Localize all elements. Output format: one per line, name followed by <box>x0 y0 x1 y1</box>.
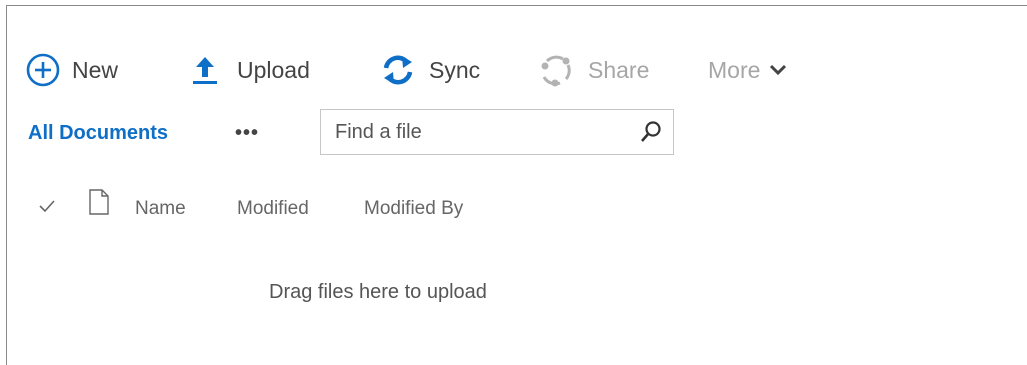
search-icon[interactable] <box>639 120 663 144</box>
share-icon <box>538 53 574 87</box>
column-modified[interactable]: Modified <box>237 196 309 222</box>
upload-arrow-icon <box>190 53 220 87</box>
chevron-down-icon <box>768 60 788 80</box>
check-icon <box>38 198 56 220</box>
empty-drop-message: Drag files here to upload <box>269 280 487 303</box>
more-button[interactable]: More <box>708 52 788 88</box>
column-modified-by[interactable]: Modified By <box>364 196 463 222</box>
document-icon <box>88 189 110 221</box>
sync-button[interactable]: Sync <box>381 52 480 88</box>
more-views-button[interactable]: ••• <box>232 122 262 144</box>
search-input[interactable] <box>321 110 627 154</box>
upload-label: Upload <box>237 56 310 83</box>
upload-button[interactable]: Upload <box>190 52 310 88</box>
sync-icon <box>381 53 415 87</box>
more-label: More <box>708 56 761 83</box>
sync-label: Sync <box>429 56 481 83</box>
file-type-column[interactable] <box>88 189 110 221</box>
panel-frame <box>6 5 1027 365</box>
view-all-documents[interactable]: All Documents <box>28 120 168 146</box>
search-box <box>320 109 674 155</box>
column-name[interactable]: Name <box>135 196 186 222</box>
share-button[interactable]: Share <box>538 52 649 88</box>
share-label: Share <box>588 56 650 83</box>
plus-circle-icon <box>26 53 60 87</box>
new-label: New <box>72 56 119 83</box>
new-button[interactable]: New <box>26 52 118 88</box>
select-all-check[interactable] <box>38 196 56 222</box>
